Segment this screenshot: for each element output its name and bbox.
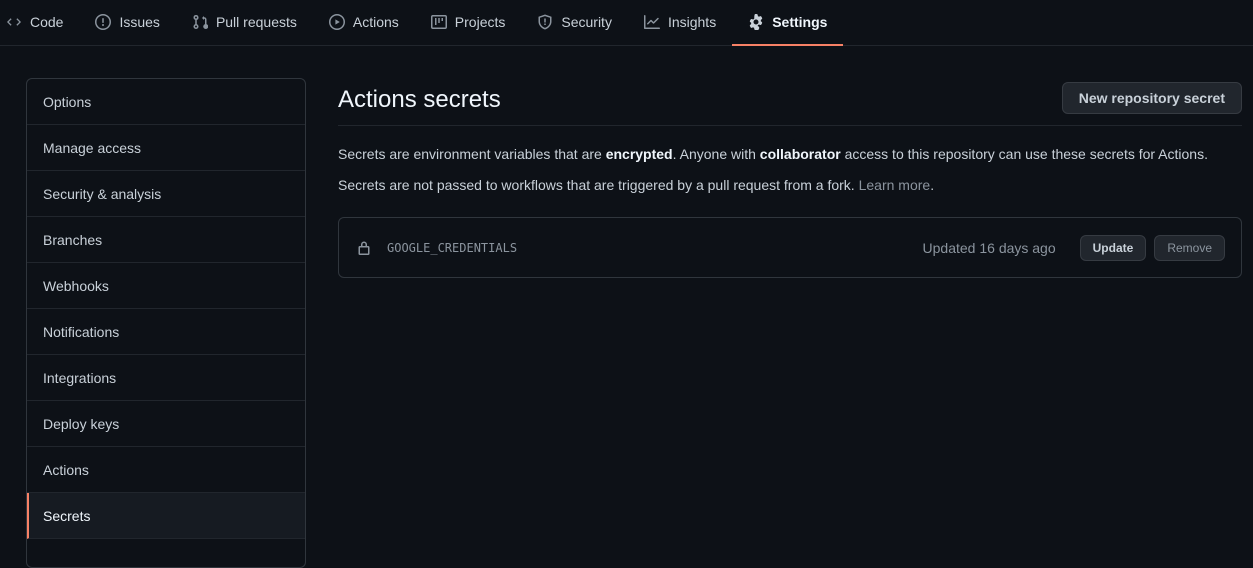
- subhead: Actions secrets New repository secret: [338, 81, 1242, 126]
- tab-label: Actions: [352, 14, 399, 30]
- fork-note-text: Secrets are not passed to workflows that…: [338, 177, 859, 193]
- desc-text: . Anyone with: [672, 146, 760, 162]
- tab-actions[interactable]: Actions: [313, 0, 415, 46]
- update-secret-button[interactable]: Update: [1079, 234, 1147, 261]
- pull-request-icon: [192, 14, 208, 30]
- lock-icon: [357, 240, 371, 256]
- sidebar-item-integrations[interactable]: Integrations: [27, 355, 305, 401]
- sidebar-item-manage-access[interactable]: Manage access: [27, 125, 305, 171]
- tab-label: Projects: [454, 14, 506, 30]
- tab-issues[interactable]: Issues: [79, 0, 175, 46]
- tab-pull-requests[interactable]: Pull requests: [176, 0, 313, 46]
- fork-note-end: .: [930, 177, 935, 193]
- desc-bold-encrypted: encrypted: [605, 146, 673, 162]
- desc-bold-collaborator: collaborator: [759, 146, 841, 162]
- repo-tab-nav: Code Issues Pull requests Actions Projec…: [0, 0, 1253, 46]
- sidebar-item-options[interactable]: Options: [27, 79, 305, 125]
- settings-sidebar: Options Manage access Security & analysi…: [26, 78, 306, 568]
- tab-label: Code: [30, 14, 64, 30]
- project-icon: [430, 14, 447, 30]
- secret-updated-time: Updated 16 days ago: [922, 239, 1056, 256]
- remove-secret-button[interactable]: Remove: [1154, 234, 1225, 261]
- shield-icon: [537, 14, 553, 30]
- sidebar-item-secrets[interactable]: Secrets: [27, 493, 305, 539]
- sidebar-item-webhooks[interactable]: Webhooks: [27, 263, 305, 309]
- desc-text: Secrets are environment variables that a…: [338, 146, 606, 162]
- tab-label: Insights: [667, 14, 717, 30]
- secrets-description: Secrets are environment variables that a…: [338, 144, 1242, 164]
- page-title: Actions secrets: [338, 86, 501, 113]
- tab-code[interactable]: Code: [0, 0, 79, 46]
- play-icon: [328, 14, 345, 30]
- learn-more-link[interactable]: Learn more: [859, 177, 931, 193]
- tab-projects[interactable]: Projects: [415, 0, 522, 46]
- sidebar-item-actions[interactable]: Actions: [27, 447, 305, 493]
- new-repository-secret-button[interactable]: New repository secret: [1061, 81, 1242, 114]
- issue-icon: [95, 14, 112, 30]
- sidebar-item-notifications[interactable]: Notifications: [27, 309, 305, 355]
- sidebar-item-branches[interactable]: Branches: [27, 217, 305, 263]
- tab-label: Pull requests: [215, 14, 297, 30]
- desc-text: access to this repository can use these …: [840, 146, 1208, 162]
- sidebar-item-security-analysis[interactable]: Security & analysis: [27, 171, 305, 217]
- tab-label: Settings: [772, 14, 828, 30]
- tab-insights[interactable]: Insights: [628, 0, 732, 46]
- graph-icon: [643, 14, 660, 30]
- secret-row: GOOGLE_CREDENTIALS Updated 16 days ago U…: [338, 217, 1242, 278]
- tab-label: Security: [561, 14, 612, 30]
- tab-security[interactable]: Security: [521, 0, 628, 46]
- code-icon: [6, 14, 22, 30]
- fork-note: Secrets are not passed to workflows that…: [338, 175, 1242, 195]
- tab-label: Issues: [119, 14, 160, 30]
- secrets-main: Actions secrets New repository secret Se…: [338, 78, 1242, 278]
- gear-icon: [748, 14, 764, 30]
- sidebar-item-deploy-keys[interactable]: Deploy keys: [27, 401, 305, 447]
- secret-name: GOOGLE_CREDENTIALS: [387, 240, 518, 255]
- tab-settings[interactable]: Settings: [732, 0, 844, 46]
